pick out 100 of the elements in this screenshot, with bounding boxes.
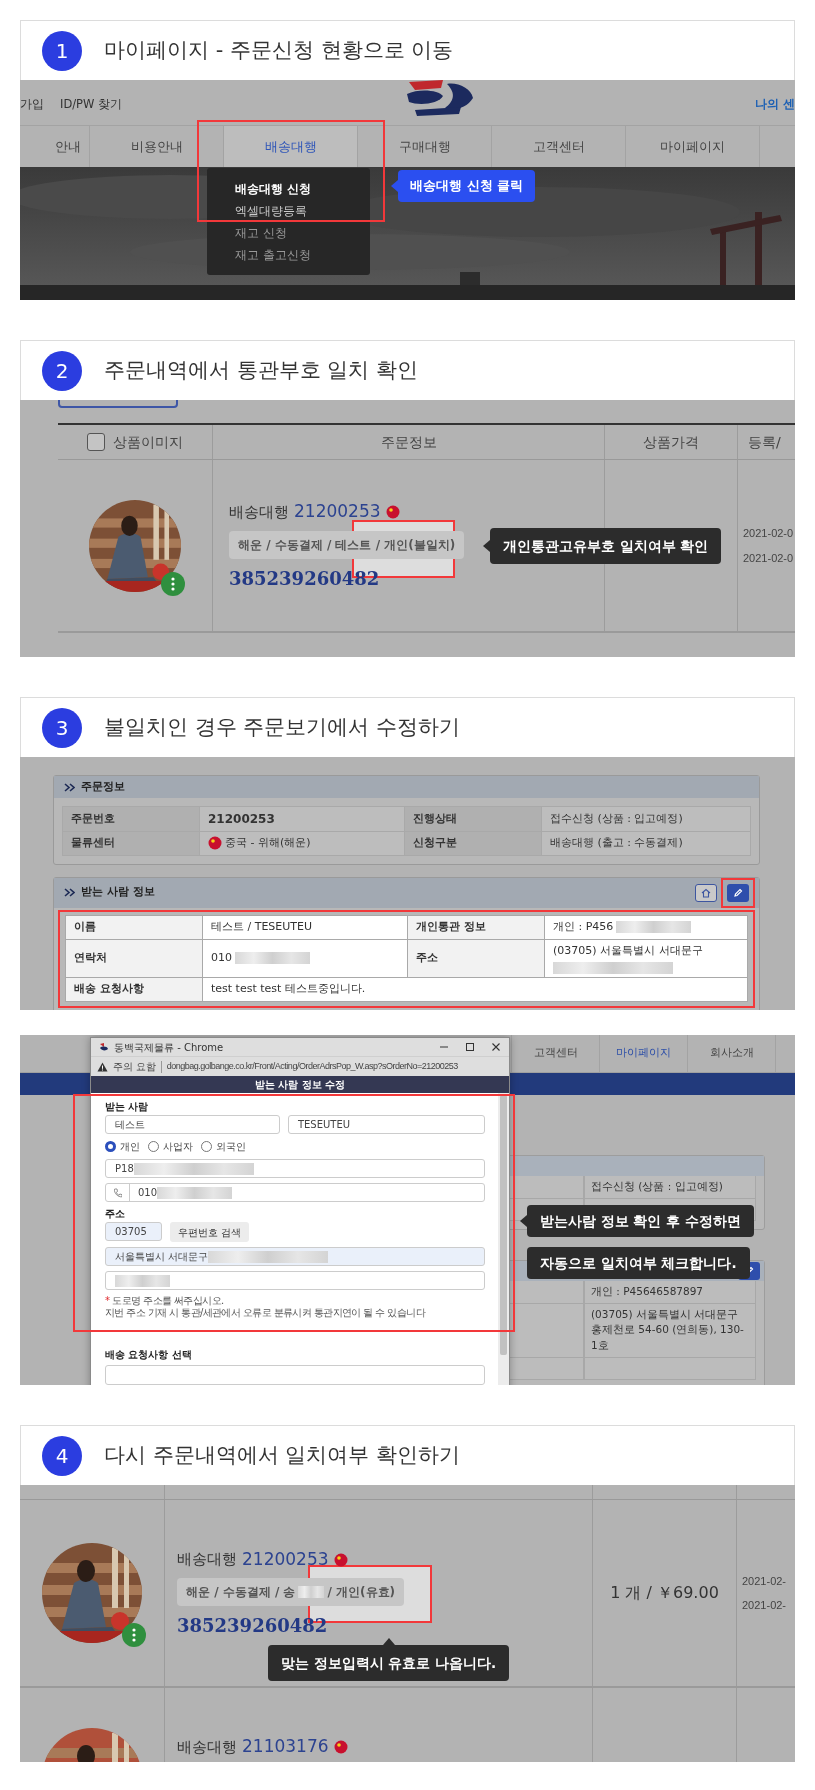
order-number-link[interactable]: 21103176 (242, 1734, 329, 1760)
note-text: 지번 주소 기재 시 통관/세관에서 오류로 분류시켜 통관지연이 될 수 있습니다 (105, 1307, 427, 1319)
chevrons-icon (64, 888, 75, 897)
table-cell: 주소 (408, 939, 545, 978)
date-text: 2021-02- (742, 1598, 787, 1613)
date-text: 2021-02-0 (743, 550, 794, 566)
dialog-title: 받는 사람 정보 수정 (91, 1076, 509, 1093)
nav-tab[interactable]: 회사소개 (687, 1035, 775, 1072)
nav-tab[interactable]: 마이페이지 (599, 1035, 687, 1072)
field-label: 배송 요청사항 선택 (105, 1348, 193, 1361)
close-icon[interactable] (491, 1042, 501, 1052)
tag-text: 해운 / 수동결제 / 송 (186, 1584, 296, 1602)
column-header: 상품이미지 (113, 432, 183, 452)
panel-title: 주문정보 (81, 778, 125, 795)
nav-tab[interactable]: 고객센터 (511, 1035, 599, 1072)
home-button[interactable] (695, 883, 717, 902)
table-cell: 이름 (66, 915, 203, 940)
menu-item[interactable]: 배송대행 신청 (235, 180, 312, 198)
column-header: 주문정보 (380, 432, 437, 452)
field-value: 서울특별시 서대문구 (115, 1250, 209, 1264)
input-field[interactable]: TESEUTEU (287, 1115, 485, 1134)
step-title: 다시 주문내역에서 일치여부 확인하기 (104, 1441, 461, 1469)
input-field[interactable] (105, 1271, 485, 1290)
tooltip: 받는사람 정보 확인 후 수정하면 (520, 1205, 754, 1238)
table-cell: 접수신청 (상품 : 입고예정) (584, 1176, 756, 1199)
menu-item[interactable]: 재고 신청 (235, 224, 287, 242)
more-button[interactable] (161, 571, 185, 596)
table-cell: 배송 요청사항 (66, 978, 203, 1002)
table-cell: 배송대행 (출고 : 수동결제) (542, 832, 751, 856)
radio-button[interactable] (148, 1141, 159, 1152)
blurred-mark (298, 1586, 325, 1599)
top-link[interactable]: 나의 센 (755, 96, 795, 114)
edit-button[interactable] (727, 883, 749, 902)
table-cell: 신청구분 (405, 832, 542, 856)
menu-item[interactable]: 엑셀대량등록 (235, 202, 307, 220)
panel-title: 받는 사람 정보 (81, 884, 155, 901)
field-value: 010 (138, 1186, 158, 1200)
window-title: 동백국제물류 - Chrome (114, 1040, 224, 1055)
step-number: 3 (42, 707, 82, 748)
table-cell: 개인통관 정보 (408, 915, 545, 940)
order-type: 배송대행 (177, 1736, 237, 1758)
table-cell: 연락처 (66, 939, 203, 978)
table-cell: 주문번호 (63, 807, 200, 832)
input-field[interactable] (105, 1365, 485, 1385)
flag-icon (333, 1739, 348, 1754)
order-number-link[interactable]: 21200253 (294, 499, 381, 525)
cell-text: 중국 - 위해(해운) (225, 835, 311, 851)
table-cell: 21200253 (200, 807, 405, 832)
input-field[interactable]: P18 (105, 1159, 485, 1178)
table-cell: 테스트 / TESEUTEU (203, 915, 408, 940)
top-link[interactable]: ID/PW 찾기 (60, 96, 123, 114)
security-label: 주의 요함 (113, 1060, 156, 1074)
column-header: 등록/ (748, 432, 781, 452)
order-number-link[interactable]: 21200253 (242, 1546, 329, 1573)
required-mark: * (105, 1295, 110, 1306)
tooltip: 자동으로 일치여부 체크합니다. (527, 1247, 750, 1280)
scrollbar[interactable] (498, 1093, 509, 1385)
table-cell: test test test 테스트중입니다. (203, 978, 748, 1002)
tracking-number: 385239260482 (177, 1614, 328, 1639)
more-icon (171, 576, 175, 591)
input-field[interactable]: 서울특별시 서대문구 (105, 1247, 485, 1266)
zip-search-button[interactable]: 우편번호 검색 (170, 1222, 250, 1242)
step-title: 주문내역에서 통관부호 일치 확인 (104, 356, 419, 384)
maximize-icon[interactable] (465, 1042, 475, 1052)
tooltip: 개인통관고유부호 일치여부 확인 (483, 528, 722, 565)
table-cell: 접수신청 (상품 : 입고예정) (542, 807, 751, 832)
warning-icon (97, 1061, 108, 1072)
tag-text: 해운 / 수동결제 / 테스트 / 개인(불일치) (238, 536, 456, 554)
app-icon (99, 1042, 109, 1052)
flag-icon (333, 1552, 348, 1567)
radio-button[interactable] (105, 1141, 116, 1152)
field-value: P18 (115, 1162, 134, 1176)
input-field[interactable]: 테스트 (105, 1115, 280, 1134)
tooltip: 맞는 정보입력시 유효로 나옵니다. (268, 1638, 510, 1682)
radio-button[interactable] (201, 1141, 212, 1152)
pencil-icon (733, 887, 743, 898)
radio-label: 사업자 (163, 1140, 193, 1154)
more-button[interactable] (122, 1623, 146, 1647)
tracking-number: 385239260482 (229, 566, 380, 591)
step-number: 2 (42, 350, 82, 391)
menu-item[interactable]: 재고 출고신청 (235, 246, 311, 264)
step-number: 4 (42, 1435, 82, 1476)
input-field[interactable]: 03705 (105, 1222, 162, 1241)
cell-text: 010 (211, 950, 232, 966)
date-text: 2021-02- (742, 1573, 787, 1589)
checkbox[interactable] (87, 433, 105, 451)
flag-icon (385, 505, 400, 519)
tooltip: 배송대행 신청 클릭 (391, 170, 536, 202)
column-header: 상품가격 (643, 432, 699, 452)
top-link[interactable]: 가입 (20, 96, 44, 114)
step-title: 불일치인 경우 주문보기에서 수정하기 (104, 713, 461, 741)
cell-text: 개인 : P456 (553, 918, 614, 935)
cell-text: (03705) 서울특별시 서대문구 (553, 942, 703, 959)
input-field[interactable]: 010 (105, 1183, 485, 1202)
nav-tab[interactable]: 배송대행 (224, 126, 358, 167)
order-type: 배송대행 (177, 1549, 237, 1571)
price-text: 1 개 / ￥69.00 (610, 1582, 719, 1604)
note-text: 도로명 주소를 써주십시오. (112, 1295, 224, 1306)
more-icon (132, 1628, 136, 1642)
table-cell: 개인 : P45646587897 (584, 1280, 756, 1304)
